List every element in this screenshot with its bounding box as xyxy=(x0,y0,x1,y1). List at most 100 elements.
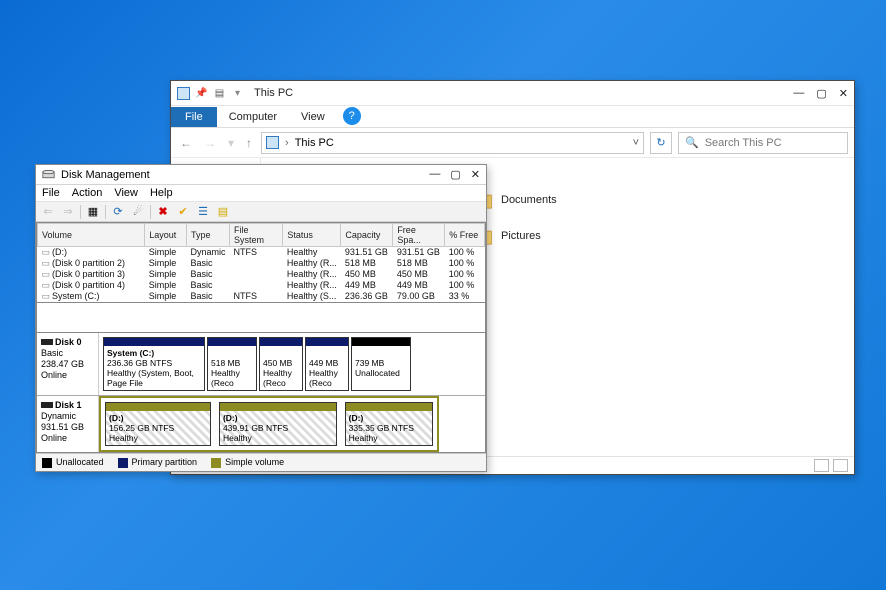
diskmgmt-titlebar: Disk Management — ▢ ✕ xyxy=(36,165,486,185)
vol-cell[interactable]: ▭ System (C:) xyxy=(38,291,145,302)
tb-back[interactable]: ⇐ xyxy=(40,204,56,220)
breadcrumb-text: This PC xyxy=(295,137,334,149)
col-header[interactable]: % Free xyxy=(445,224,485,247)
tb-fwd[interactable]: ⇒ xyxy=(60,204,76,220)
legend-item: Primary partition xyxy=(118,457,198,468)
breadcrumb-drop[interactable]: ˅ xyxy=(633,137,639,149)
partition[interactable]: (D:)439.91 GB NTFSHealthy xyxy=(219,402,337,446)
cell: Basic xyxy=(187,291,230,302)
menu-view[interactable]: View xyxy=(114,187,138,199)
disk-graphical-view: Disk 0 Basic 238.47 GB Online System (C:… xyxy=(36,332,486,453)
cell: Simple xyxy=(145,258,187,269)
tb-views[interactable]: ▦ xyxy=(85,204,101,220)
cell: 100 % xyxy=(445,258,485,269)
qat-divider: ▾ xyxy=(231,87,244,100)
table-row[interactable]: ▭ (Disk 0 partition 3)SimpleBasicHealthy… xyxy=(38,269,485,280)
search-input[interactable]: 🔍 Search This PC xyxy=(678,132,848,154)
close-button[interactable]: ✕ xyxy=(839,87,848,100)
partition[interactable]: (D:)335.35 GB NTFSHealthy xyxy=(345,402,433,446)
maximize-button[interactable]: ▢ xyxy=(816,87,826,100)
cell: 100 % xyxy=(445,247,485,259)
cell: Healthy (S... xyxy=(283,291,341,302)
refresh-button[interactable]: ↻ xyxy=(650,132,672,154)
disk0-size: 238.47 GB xyxy=(41,359,84,369)
disk1-size: 931.51 GB xyxy=(41,422,84,432)
partition[interactable]: 449 MBHealthy (Reco xyxy=(305,337,349,391)
disk-row-1: Disk 1 Dynamic 931.51 GB Online (D:)156.… xyxy=(37,395,485,452)
col-header[interactable]: Status xyxy=(283,224,341,247)
minimize-button[interactable]: — xyxy=(793,87,804,100)
forward-button[interactable]: → xyxy=(201,136,219,150)
tab-file[interactable]: File xyxy=(171,107,217,127)
disk1-type: Dynamic xyxy=(41,411,76,421)
col-header[interactable]: Layout xyxy=(145,224,187,247)
tab-computer[interactable]: Computer xyxy=(217,107,289,127)
search-icon: 🔍 xyxy=(685,136,699,149)
vol-cell[interactable]: ▭ (Disk 0 partition 4) xyxy=(38,280,145,291)
help-button[interactable]: ? xyxy=(343,107,361,125)
cell xyxy=(230,269,283,280)
recent-drop[interactable]: ▾ xyxy=(225,136,237,150)
table-row[interactable]: ▭ (Disk 0 partition 2)SimpleBasicHealthy… xyxy=(38,258,485,269)
folder-item-pictures[interactable]: Pictures xyxy=(467,220,633,252)
col-header[interactable]: Capacity xyxy=(341,224,393,247)
disk-row-0: Disk 0 Basic 238.47 GB Online System (C:… xyxy=(37,333,485,395)
cell: 33 % xyxy=(445,291,485,302)
dm-close-button[interactable]: ✕ xyxy=(471,168,480,181)
tb-refresh[interactable]: ⟳ xyxy=(110,204,126,220)
menu-file[interactable]: File xyxy=(42,187,60,199)
cell: Basic xyxy=(187,280,230,291)
partition[interactable]: 739 MBUnallocated xyxy=(351,337,411,391)
breadcrumb[interactable]: › This PC ˅ xyxy=(261,132,644,154)
folder-label: Pictures xyxy=(501,230,541,242)
folder-label: Documents xyxy=(501,194,557,206)
disk0-header[interactable]: Disk 0 Basic 238.47 GB Online xyxy=(37,333,99,395)
cell: 450 MB xyxy=(393,269,445,280)
diskmgmt-window: Disk Management — ▢ ✕ File Action View Help… xyxy=(35,164,487,472)
menu-action[interactable]: Action xyxy=(72,187,103,199)
cell: 450 MB xyxy=(341,269,393,280)
vol-cell[interactable]: ▭ (Disk 0 partition 3) xyxy=(38,269,145,280)
cell xyxy=(230,258,283,269)
vol-cell[interactable]: ▭ (Disk 0 partition 2) xyxy=(38,258,145,269)
explorer-title: This PC xyxy=(254,87,293,99)
partition[interactable]: (D:)156.25 GB NTFSHealthy xyxy=(105,402,211,446)
tb-delete[interactable]: ✖ xyxy=(155,204,171,220)
cell: Basic xyxy=(187,269,230,280)
pin-icon[interactable]: 📌 xyxy=(195,87,208,100)
disk1-header[interactable]: Disk 1 Dynamic 931.51 GB Online xyxy=(37,396,99,452)
col-header[interactable]: Volume xyxy=(38,224,145,247)
menu-help[interactable]: Help xyxy=(150,187,173,199)
table-row[interactable]: ▭ (Disk 0 partition 4)SimpleBasicHealthy… xyxy=(38,280,485,291)
col-header[interactable]: File System xyxy=(230,224,283,247)
legend-item: Simple volume xyxy=(211,457,284,468)
tab-view[interactable]: View xyxy=(289,107,337,127)
vol-cell[interactable]: ▭ (D:) xyxy=(38,247,145,258)
props-icon[interactable]: ▤ xyxy=(213,87,226,100)
tb-props[interactable]: ✔ xyxy=(175,204,191,220)
dm-maximize-button[interactable]: ▢ xyxy=(450,168,460,181)
table-row[interactable]: ▭ (D:)SimpleDynamicNTFSHealthy931.51 GB9… xyxy=(38,247,485,259)
search-placeholder: Search This PC xyxy=(705,137,782,149)
partition[interactable]: 518 MBHealthy (Reco xyxy=(207,337,257,391)
back-button[interactable]: ← xyxy=(177,136,195,150)
thispc-icon-small xyxy=(266,136,279,149)
folder-item-documents[interactable]: Documents xyxy=(467,184,633,216)
cell: Healthy (R... xyxy=(283,258,341,269)
dm-minimize-button[interactable]: — xyxy=(429,168,440,181)
tb-list[interactable]: ☰ xyxy=(195,204,211,220)
tb-help[interactable]: ▤ xyxy=(215,204,231,220)
cell: Simple xyxy=(145,269,187,280)
legend-item: Unallocated xyxy=(42,457,104,468)
table-row[interactable]: ▭ System (C:)SimpleBasicNTFSHealthy (S..… xyxy=(38,291,485,302)
cell: 931.51 GB xyxy=(393,247,445,259)
cell: 236.36 GB xyxy=(341,291,393,302)
details-view-button[interactable] xyxy=(814,459,829,472)
col-header[interactable]: Free Spa... xyxy=(393,224,445,247)
col-header[interactable]: Type xyxy=(187,224,230,247)
tb-scan[interactable]: ☄ xyxy=(130,204,146,220)
partition[interactable]: System (C:)236.36 GB NTFSHealthy (System… xyxy=(103,337,205,391)
partition[interactable]: 450 MBHealthy (Reco xyxy=(259,337,303,391)
up-button[interactable]: ↑ xyxy=(243,136,255,150)
icons-view-button[interactable] xyxy=(833,459,848,472)
